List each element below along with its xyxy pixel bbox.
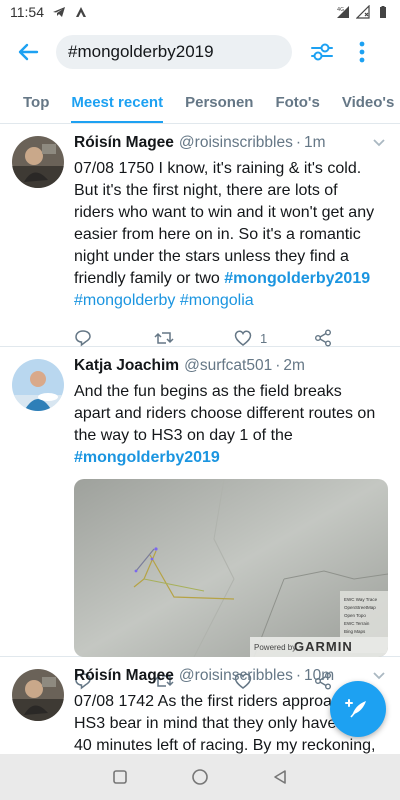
home-icon[interactable] (191, 768, 209, 786)
tweet-time: 1m (304, 134, 326, 151)
hashtag-link[interactable]: #mongolia (180, 292, 254, 309)
tweet-time: 10m (304, 667, 335, 684)
tab-videos[interactable]: Video's (331, 80, 400, 123)
tweet-time: 2m (283, 357, 305, 374)
app-notification-icon (76, 7, 86, 17)
no-signal-icon (356, 5, 370, 19)
search-input[interactable]: #mongolderby2019 (56, 35, 292, 69)
tab-top[interactable]: Top (0, 80, 60, 123)
chevron-down-icon[interactable] (372, 669, 386, 683)
filter-button[interactable] (302, 24, 342, 80)
author-name[interactable]: Róisín Magee (74, 134, 174, 152)
clock: 11:54 (10, 4, 44, 20)
svg-text:4G: 4G (337, 7, 344, 13)
tab-people[interactable]: Personen (174, 80, 264, 123)
tweet-feed: Róisín Magee @roisinscribbles · 1m 07/08… (0, 124, 400, 754)
hashtag-link[interactable]: #mongolderby2019 (74, 449, 220, 466)
search-query: #mongolderby2019 (68, 42, 214, 61)
garmin-logo: GARMIN (294, 639, 353, 654)
like-count: 1 (260, 330, 268, 346)
compose-tweet-button[interactable] (330, 681, 386, 737)
route-map-image: EWC Way Trace OpenStreetMap Open Topo EW… (74, 479, 388, 657)
tweet-text: 07/08 1750 I know, it's raining & it's c… (74, 160, 375, 309)
signal-icon: 4G (337, 6, 349, 18)
avatar[interactable] (12, 359, 64, 411)
search-header: #mongolderby2019 (0, 24, 400, 80)
hashtag-link[interactable]: #mongolderby2019 (224, 270, 370, 287)
like-button[interactable]: 1 (234, 329, 314, 347)
author-handle[interactable]: @roisinscribbles (179, 134, 293, 152)
tab-latest[interactable]: Meest recent (60, 80, 174, 123)
legend-item: OpenStreetMap (344, 605, 376, 610)
share-icon (315, 329, 331, 347)
overflow-menu-button[interactable] (342, 24, 382, 80)
legend-item: Open Topo (344, 613, 366, 618)
sliders-icon (311, 43, 333, 61)
retweet-icon (154, 332, 174, 344)
tab-photos[interactable]: Foto's (264, 80, 330, 123)
compose-feather-icon (345, 699, 366, 718)
recent-apps-icon[interactable] (112, 769, 128, 785)
map-caption: Powered by (254, 643, 296, 652)
share-button[interactable] (314, 329, 344, 347)
back-button[interactable] (0, 24, 56, 80)
heart-icon (234, 330, 252, 346)
legend-item: EWC Way Trace (344, 597, 378, 602)
back-nav-icon[interactable] (272, 769, 288, 785)
legend-item: EWC Terrain (344, 621, 370, 626)
retweet-button[interactable] (154, 329, 234, 347)
avatar[interactable] (12, 669, 64, 721)
search-tabs: Top Meest recent Personen Foto's Video's (0, 80, 400, 124)
author-name[interactable]: Róisín Magee (74, 667, 174, 685)
system-navigation-bar (0, 754, 400, 800)
tweet[interactable]: Katja Joachim @surfcat501 · 2m And the f… (0, 347, 400, 690)
chevron-down-icon[interactable] (372, 136, 386, 150)
battery-icon (380, 6, 386, 18)
author-handle[interactable]: @roisinscribbles (179, 667, 293, 685)
arrow-left-icon (18, 43, 39, 61)
tweet-media-image[interactable]: EWC Way Trace OpenStreetMap Open Topo EW… (74, 479, 388, 657)
more-vertical-icon (359, 41, 365, 63)
reply-button[interactable] (74, 329, 154, 347)
author-handle[interactable]: @surfcat501 (184, 357, 272, 375)
tweet-text: And the fun begins as the field breaks a… (74, 383, 376, 466)
reply-icon (75, 330, 91, 347)
telegram-icon (53, 7, 65, 17)
author-name[interactable]: Katja Joachim (74, 357, 179, 375)
hashtag-link[interactable]: #mongolderby (74, 292, 175, 309)
avatar[interactable] (12, 136, 64, 188)
tweet[interactable]: Róisín Magee @roisinscribbles · 1m 07/08… (0, 124, 400, 347)
status-bar: 11:54 4G (0, 0, 400, 24)
legend-item: Bing Maps (344, 629, 366, 634)
